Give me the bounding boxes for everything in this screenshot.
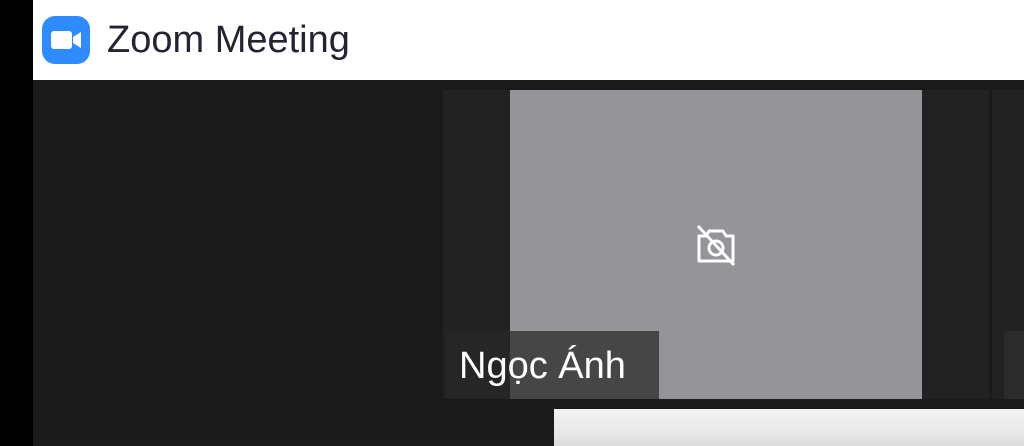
- participant-name: Ngọc Ánh: [459, 345, 626, 387]
- participant-tile[interactable]: Ngọc Ánh: [443, 90, 989, 399]
- camera-off-icon: [696, 224, 736, 267]
- window-title-bar[interactable]: Zoom Meeting: [33, 0, 1024, 80]
- video-camera-icon: [51, 31, 81, 49]
- participant-tile-partial[interactable]: [992, 90, 1024, 399]
- participant-name-label: Ngọc Ánh: [446, 331, 659, 399]
- left-window-edge: [0, 0, 33, 446]
- zoom-app-icon: [42, 16, 90, 64]
- meeting-video-area: Ngọc Ánh: [33, 80, 1024, 446]
- participant-name-label-partial: [1004, 331, 1024, 399]
- window-title: Zoom Meeting: [107, 19, 350, 61]
- participant-video-partial[interactable]: [554, 409, 1024, 446]
